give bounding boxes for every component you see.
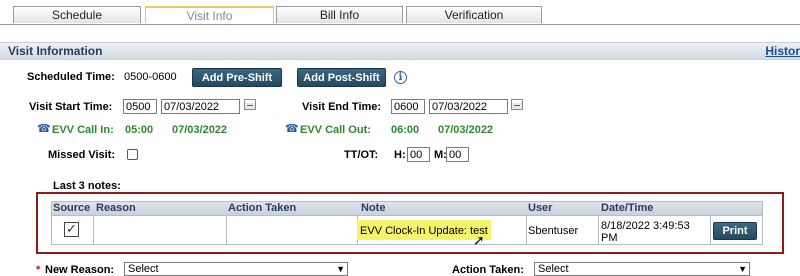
tab-verification[interactable]: Verification (406, 6, 542, 23)
column-header-date-time: Date/Time (601, 202, 654, 214)
notes-title: Last 3 notes: (53, 180, 121, 192)
column-header-note: Note (361, 202, 386, 214)
column-divider (710, 216, 711, 245)
column-divider (598, 216, 599, 245)
mouse-cursor-icon: ➚ (473, 232, 485, 248)
column-header-source: Source (53, 202, 91, 214)
evv-call-out-time: 06:00 (391, 124, 420, 136)
print-button[interactable]: Print (713, 222, 757, 240)
visit-start-date-input[interactable]: 07/03/2022 (161, 99, 240, 114)
tab-bill-info[interactable]: Bill Info (276, 6, 403, 23)
source-note-icon: ✓ (64, 222, 79, 237)
scheduled-time-label: Scheduled Time: (27, 71, 115, 83)
evv-call-in-date: 07/03/2022 (172, 124, 228, 136)
chevron-down-icon: ▼ (336, 264, 345, 274)
visit-end-date-input[interactable]: 07/03/2022 (429, 99, 508, 114)
action-taken-select-value: Select (538, 263, 569, 275)
action-taken-label: Action Taken: (452, 264, 524, 276)
new-reason-select-value: Select (128, 263, 159, 275)
visit-start-label: Visit Start Time: (29, 101, 113, 113)
ttot-label: TT/OT: (344, 149, 379, 161)
evv-call-in-time: 05:00 (125, 124, 154, 136)
missed-visit-checkbox[interactable] (127, 149, 138, 160)
add-post-shift-button[interactable]: Add Post-Shift (297, 68, 386, 87)
required-marker: * (36, 264, 41, 276)
info-icon[interactable]: i (394, 71, 407, 84)
ttot-minutes-input[interactable]: 00 (446, 147, 469, 162)
ttot-hours-label: H: (394, 149, 406, 161)
notes-table-header (51, 201, 763, 216)
note-user-cell: Sbentuser (528, 225, 579, 237)
section-title: Visit Information (8, 44, 103, 58)
ttot-minutes-label: M: (434, 149, 447, 161)
phone-icon: ☎ (37, 123, 51, 135)
column-header-user: User (528, 202, 553, 214)
column-divider (526, 216, 527, 245)
note-datetime-cell: 8/18/2022 3:49:53 (601, 220, 690, 232)
column-divider (93, 216, 94, 245)
missed-visit-label: Missed Visit: (48, 149, 116, 161)
new-reason-label: New Reason: (45, 264, 115, 276)
action-taken-select[interactable]: Select ▼ (534, 262, 750, 276)
section-header: Visit Information Histor (0, 42, 800, 60)
ttot-hours-input[interactable]: 00 (407, 147, 430, 162)
column-header-reason: Reason (96, 202, 136, 214)
column-divider (226, 216, 227, 245)
new-reason-select[interactable]: Select ▼ (124, 262, 348, 276)
evv-call-out-date: 07/03/2022 (438, 124, 494, 136)
visit-start-time-input[interactable]: 0500 (123, 99, 157, 114)
visit-end-time-input[interactable]: 0600 (391, 99, 425, 114)
calendar-icon[interactable] (244, 99, 256, 110)
phone-icon: ☎ (285, 123, 299, 135)
note-text-cell: EVV Clock-In Update: test (360, 225, 488, 237)
column-header-action-taken: Action Taken (228, 202, 297, 214)
tab-divider (0, 24, 800, 25)
tab-schedule[interactable]: Schedule (13, 6, 141, 23)
history-link[interactable]: Histor (765, 44, 800, 58)
visit-end-label: Visit End Time: (302, 101, 382, 113)
evv-call-out-label: EVV Call Out: (300, 124, 371, 136)
tab-visit-info[interactable]: Visit Info (145, 6, 274, 23)
add-pre-shift-button[interactable]: Add Pre-Shift (192, 68, 282, 87)
calendar-icon[interactable] (511, 99, 523, 110)
scheduled-time-value: 0500-0600 (124, 71, 177, 83)
evv-call-in-label: EVV Call In: (52, 124, 114, 136)
note-datetime-cell-2: PM (601, 232, 618, 244)
chevron-down-icon: ▼ (738, 264, 747, 274)
